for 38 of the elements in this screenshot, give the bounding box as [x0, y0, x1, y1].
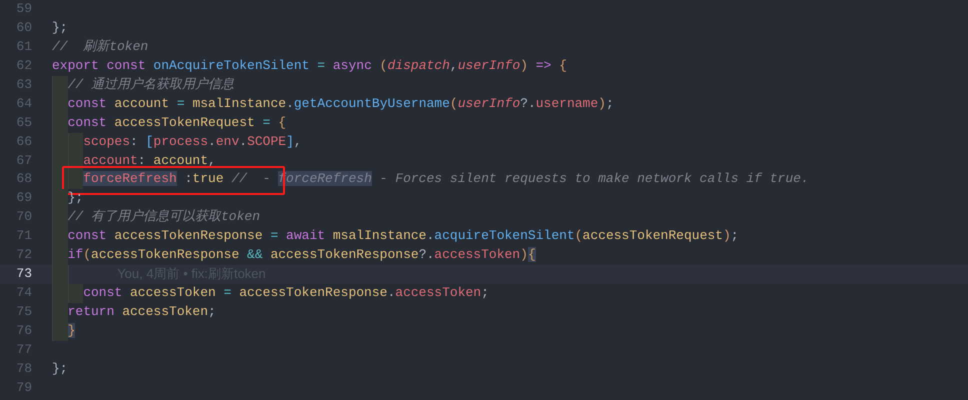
- indent-guide: [68, 170, 84, 190]
- line-number: 63: [15, 76, 32, 94]
- code-line: account: account,: [83, 152, 216, 170]
- line-number: 69: [15, 189, 32, 208]
- code-line: const account = msalInstance.getAccountByUsername(userInfo?.username);: [68, 94, 614, 113]
- line-number: 79: [15, 378, 32, 397]
- line-number: 78: [15, 360, 32, 378]
- code-line: };: [52, 18, 68, 37]
- line-number: 70: [15, 208, 32, 226]
- line-number: 77: [15, 340, 32, 359]
- code-line: const accessTokenResponse = await msalInstance.acquireTokenSilent(accessTokenRequest);: [68, 227, 739, 246]
- code-line: scopes: [process.env.SCOPE],: [83, 132, 302, 151]
- line-number: 74: [15, 284, 32, 302]
- line-number: 67: [15, 152, 32, 170]
- line-number: 68: [15, 170, 32, 188]
- code-line: const accessToken = accessTokenResponse.accessToken;: [83, 284, 489, 302]
- code-line: };: [68, 189, 84, 208]
- line-number: 62: [15, 56, 32, 75]
- code-line: return accessToken;: [68, 303, 216, 321]
- code-line: if(accessTokenResponse && accessTokenResponse?.accessToken){: [68, 246, 536, 264]
- line-number: 61: [15, 38, 32, 56]
- line-number: 72: [15, 246, 32, 264]
- line-number: 60: [15, 18, 32, 37]
- code-line: export const onAcquireTokenSilent = async (dispatch,userInfo) => {: [52, 56, 567, 75]
- line-number: 66: [15, 132, 32, 151]
- code-line: // 通过用户名获取用户信息: [68, 76, 234, 94]
- code-line: const accessTokenRequest = {: [68, 114, 286, 132]
- line-number: 64: [15, 94, 32, 113]
- code-line: // 有了用户信息可以获取token: [68, 208, 260, 226]
- line-number: 76: [15, 322, 32, 340]
- code-line: };: [52, 360, 68, 378]
- code-line: // 刷新token: [52, 38, 148, 56]
- line-number: 71: [15, 227, 32, 246]
- line-number: 59: [15, 0, 32, 18]
- line-number: 65: [15, 114, 32, 132]
- line-number: 73: [15, 265, 32, 284]
- line-number: 75: [15, 303, 32, 321]
- indent-guide: [52, 322, 68, 341]
